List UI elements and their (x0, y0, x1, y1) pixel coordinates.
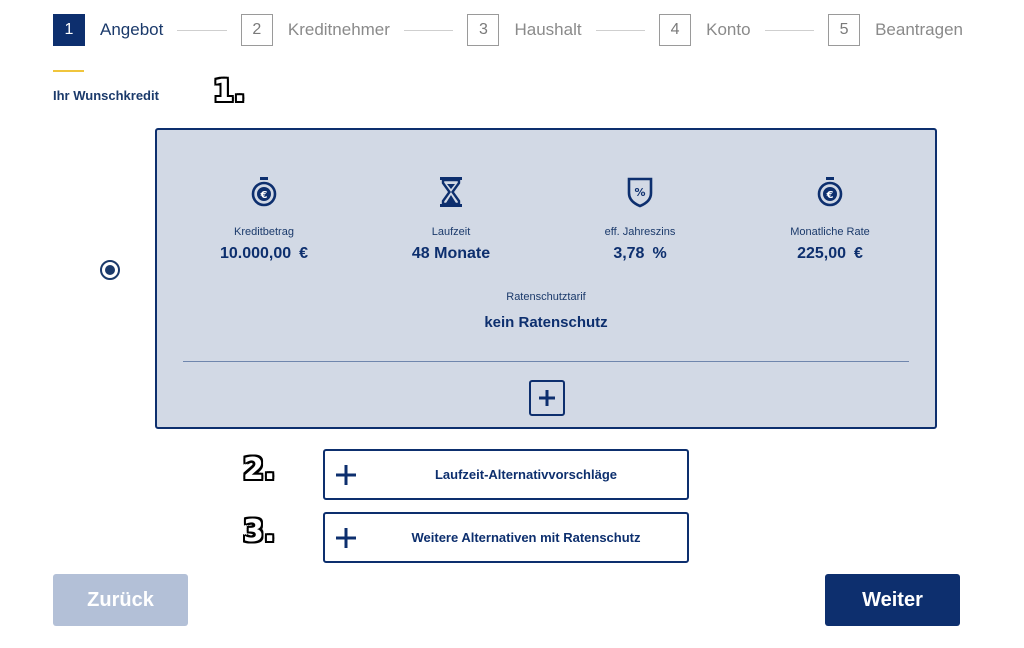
metric-unit: € (299, 245, 309, 262)
insurance-alternatives-label: Weitere Alternativen mit Ratenschutz (411, 530, 641, 545)
step-connector (595, 29, 646, 31)
step-number: 2 (240, 14, 273, 46)
offer-card: € Kreditbetrag 10.000,00 € Laufzeit 48 Mo… (155, 128, 937, 429)
step-label: Haushalt (514, 20, 582, 39)
next-button[interactable]: Weiter (825, 574, 960, 626)
svg-text:%: % (634, 186, 645, 199)
euro-stopwatch-icon: € (251, 177, 277, 207)
metric-label: Kreditbetrag (234, 226, 294, 238)
metric-number: 225,00 (797, 245, 847, 262)
step-label: Kreditnehmer (287, 20, 390, 39)
step-label: Beantragen (875, 20, 963, 39)
step-number: 4 (659, 14, 692, 46)
metric-value: 10.000,00 € (164, 245, 364, 263)
step-number: 5 (828, 14, 861, 46)
term-alternatives-label: Laufzeit-Alternativvorschläge (434, 467, 618, 482)
svg-text:€: € (826, 190, 834, 201)
step-beantragen[interactable]: 5 Beantragen (828, 14, 963, 46)
euro-stopwatch-icon: € (817, 177, 843, 207)
svg-text:€: € (260, 190, 268, 201)
step-number: 1 (53, 14, 85, 46)
metric-laufzeit: Laufzeit 48 Monate (351, 176, 551, 263)
step-connector (177, 29, 227, 31)
ratenschutz-info: Ratenschutztarif kein Ratenschutz (157, 291, 935, 331)
annotation-3: 3. (243, 514, 276, 549)
step-label: Angebot (100, 20, 164, 39)
progress-stepper: 1 Angebot 2 Kreditnehmer 3 Haushalt 4 Ko… (53, 14, 963, 46)
metric-label: eff. Jahreszins (604, 226, 676, 238)
metric-kreditbetrag: € Kreditbetrag 10.000,00 € (164, 176, 364, 263)
plus-icon (336, 465, 356, 485)
metric-monatliche-rate: € Monatliche Rate 225,00 € (730, 176, 930, 263)
insurance-alternatives-button[interactable]: Weitere Alternativen mit Ratenschutz (323, 512, 689, 563)
step-kreditnehmer[interactable]: 2 Kreditnehmer (240, 14, 390, 46)
metric-label: Laufzeit (431, 226, 471, 238)
back-button[interactable]: Zurück (53, 574, 188, 626)
metric-value: 225,00 € (730, 245, 930, 263)
plus-icon (539, 390, 555, 406)
hourglass-icon (440, 177, 462, 207)
active-step-underline (53, 70, 84, 72)
offer-radio-selected[interactable] (100, 260, 120, 280)
ratenschutz-label: Ratenschutztarif (506, 291, 586, 303)
annotation-1: 1. (213, 74, 246, 109)
step-connector (403, 29, 454, 31)
expand-offer-button[interactable] (529, 380, 565, 416)
ratenschutz-value: kein Ratenschutz (484, 314, 608, 331)
step-konto[interactable]: 4 Konto (659, 14, 751, 46)
metric-unit: % (652, 245, 667, 262)
card-divider (183, 361, 909, 362)
step-haushalt[interactable]: 3 Haushalt (467, 14, 582, 46)
section-title: Ihr Wunschkredit (53, 88, 159, 103)
metric-jahreszins: % eff. Jahreszins 3,78% (540, 176, 740, 263)
step-number: 3 (467, 14, 500, 46)
metric-number: 10.000,00 (219, 245, 292, 262)
step-label: Konto (706, 20, 751, 39)
term-alternatives-button[interactable]: Laufzeit-Alternativvorschläge (323, 449, 689, 500)
annotation-2: 2. (243, 452, 276, 487)
metric-number: 3,78 (613, 245, 645, 262)
metric-value: 48 Monate (411, 245, 491, 262)
metric-unit: € (854, 245, 863, 262)
step-angebot[interactable]: 1 Angebot (53, 14, 163, 46)
metric-label: Monatliche Rate (790, 226, 870, 238)
metric-value: 3,78% (540, 245, 740, 263)
percent-shield-icon: % (627, 177, 653, 208)
step-connector (764, 29, 815, 31)
plus-icon (336, 528, 356, 548)
